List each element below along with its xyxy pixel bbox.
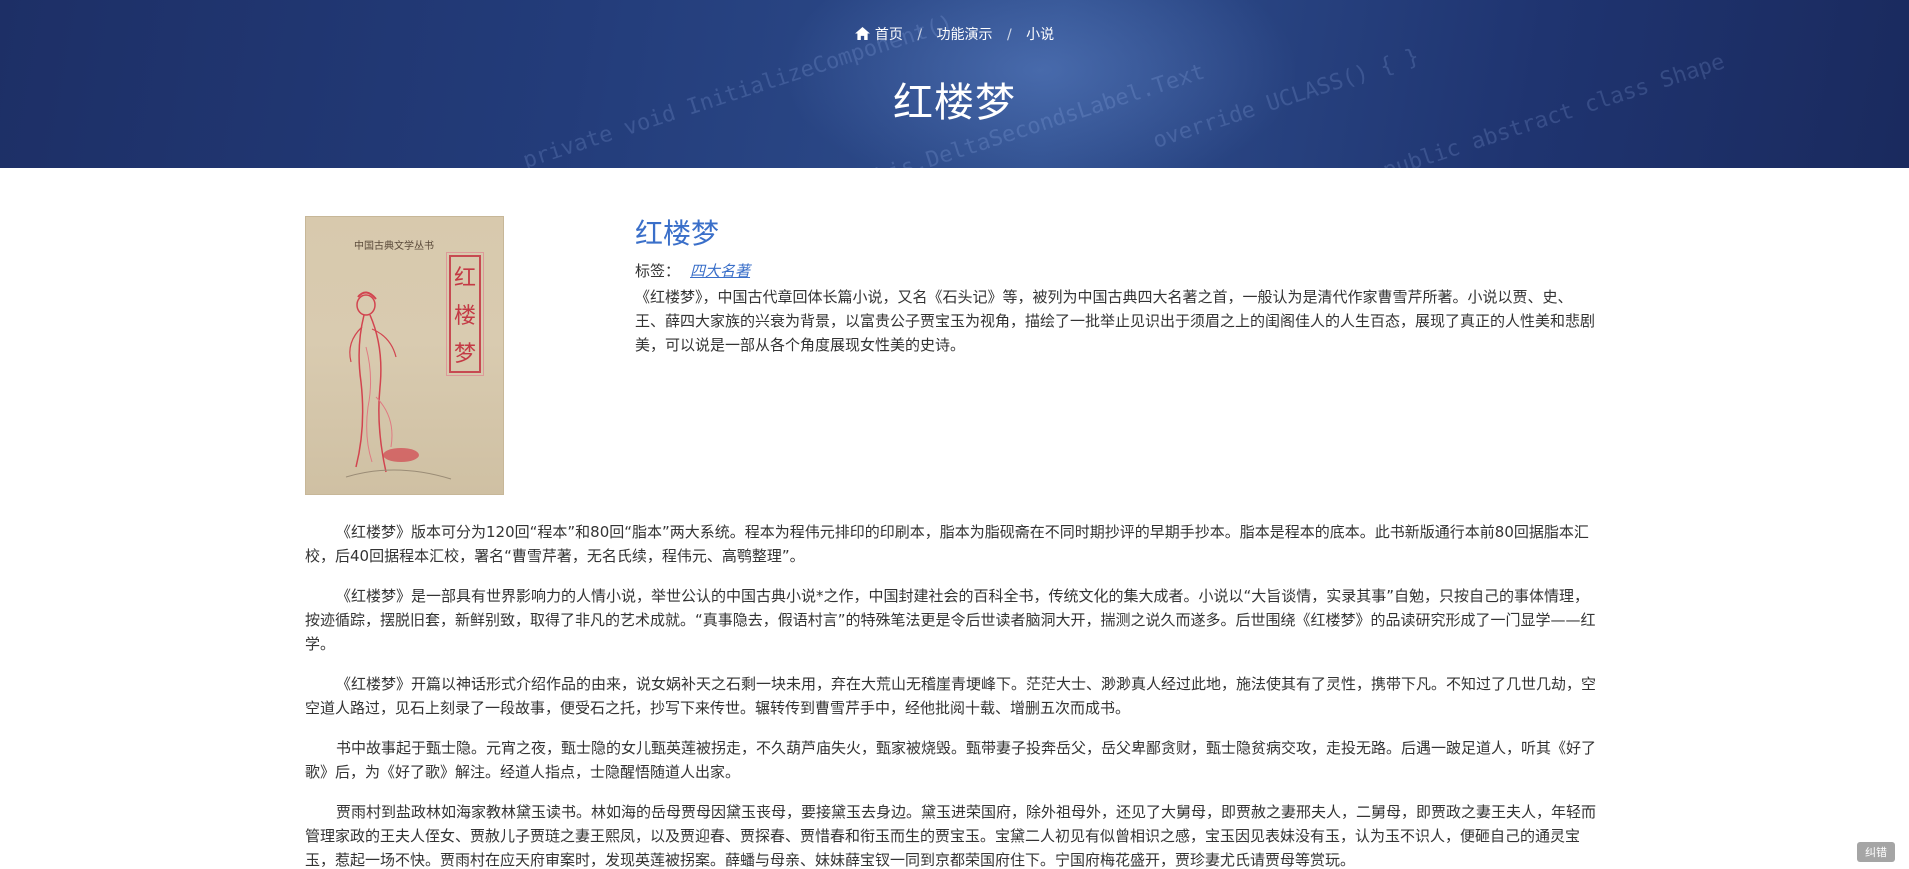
cover-title-char: 红 [453, 266, 476, 291]
cover-title-char: 楼 [453, 304, 476, 329]
tag-label: 标签： [635, 262, 681, 280]
book-info: 红楼梦 标签： 四大名著 《红楼梦》，中国古代章回体长篇小说，又名《石头记》等，被… [635, 216, 1600, 357]
breadcrumb-separator: / [1006, 27, 1012, 43]
tag-link[interactable]: 四大名著 [690, 262, 750, 280]
breadcrumb: 首页 / 功能演示 / 小说 [0, 24, 1909, 44]
feedback-button[interactable]: 纠错 [1857, 842, 1895, 862]
cover-series-label: 中国古典文学丛书 [354, 241, 434, 252]
page-banner: private void InitializeComponent() this.… [0, 0, 1909, 168]
breadcrumb-demo-link[interactable]: 功能演示 [937, 27, 993, 43]
cover-title-char: 梦 [453, 342, 476, 367]
body-paragraph: 《红楼梦》版本可分为120回“程本”和80回“脂本”两大系统。程本为程伟元排印的… [305, 523, 1589, 565]
body-paragraph: 贾雨村到盐政林如海家教林黛玉读书。林如海的岳母贾母因黛玉丧母，要接黛玉去身边。黛… [305, 803, 1597, 869]
body-paragraph: 《红楼梦》是一部具有世界影响力的人情小说，举世公认的中国古典小说*之作，中国封建… [305, 587, 1596, 653]
page-title: 红楼梦 [893, 80, 1016, 126]
cover-figure-illustration [345, 291, 452, 480]
breadcrumb-current: 小说 [1026, 27, 1055, 43]
breadcrumb-separator: / [917, 27, 923, 43]
book-body: 《红楼梦》版本可分为120回“程本”和80回“脂本”两大系统。程本为程伟元排印的… [305, 520, 1600, 869]
home-icon [854, 27, 870, 40]
book-intro: 《红楼梦》，中国古代章回体长篇小说，又名《石头记》等，被列为中国古典四大名著之首… [635, 288, 1596, 354]
breadcrumb-home-label: 首页 [874, 27, 903, 43]
book-cover-image: 中国古典文学丛书 红 楼 梦 [305, 216, 504, 495]
body-paragraph: 《红楼梦》开篇以神话形式介绍作品的由来，说女娲补天之石剩一块未用，弃在大荒山无稽… [305, 675, 1597, 717]
book-tags: 标签： 四大名著 [635, 260, 1600, 281]
book-title: 红楼梦 [635, 217, 720, 250]
body-paragraph: 书中故事起于甄士隐。元宵之夜，甄士隐的女儿甄英莲被拐走，不久葫芦庙失火，甄家被烧… [305, 739, 1597, 781]
breadcrumb-home-link[interactable]: 首页 [854, 27, 907, 43]
